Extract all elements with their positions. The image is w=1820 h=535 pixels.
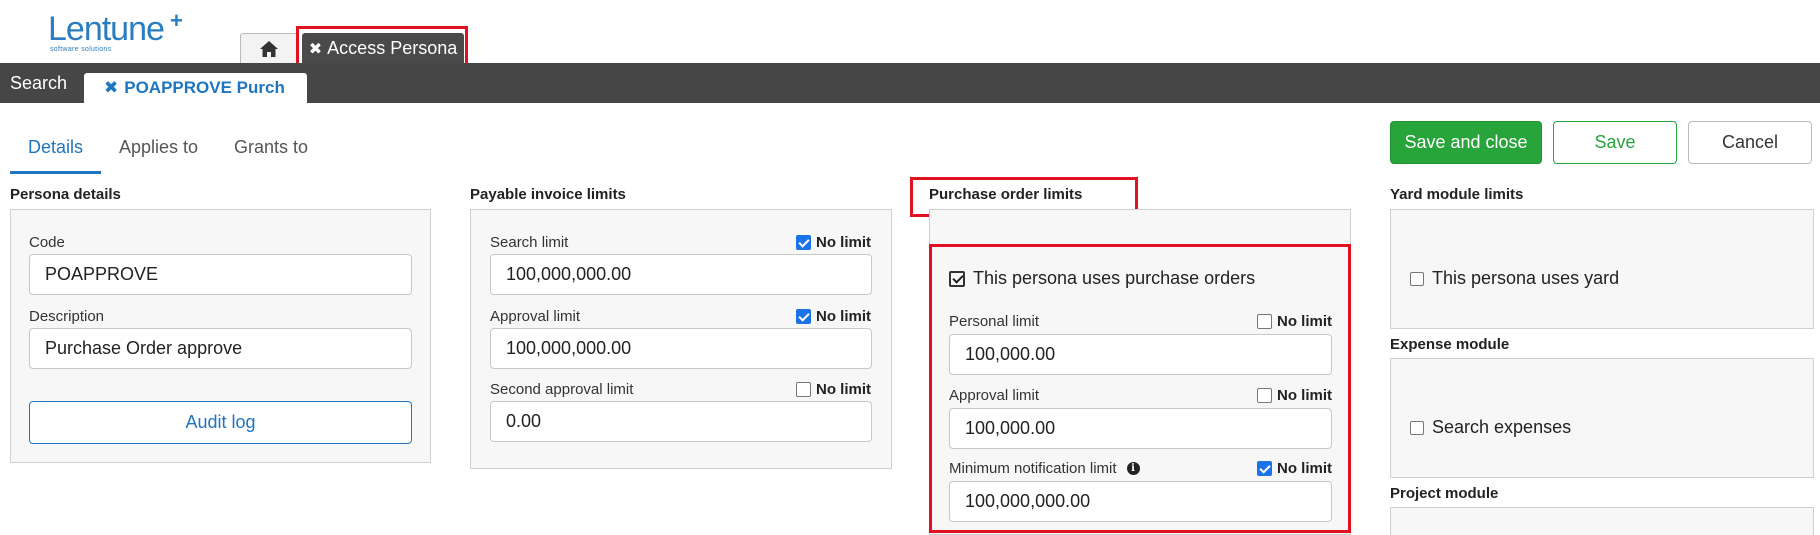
po-approval-limit-label: Approval limit (949, 387, 1040, 404)
po-approval-no-limit[interactable]: No limit (1257, 387, 1332, 404)
uses-purchase-orders-label: This persona uses purchase orders (973, 268, 1256, 288)
search-no-limit-checkbox[interactable] (796, 235, 811, 250)
approval-no-limit-checkbox[interactable] (796, 309, 811, 324)
search-tab[interactable]: Search (10, 63, 67, 103)
save-button[interactable]: Save (1553, 121, 1677, 164)
personal-limit-label: Personal limit (949, 313, 1040, 330)
project-module-panel (1390, 507, 1814, 535)
check-icon[interactable] (949, 270, 965, 287)
no-limit-label: No limit (816, 308, 871, 325)
description-label: Description (29, 308, 105, 325)
search-no-limit[interactable]: No limit (796, 234, 871, 251)
no-limit-label: No limit (816, 381, 871, 398)
personal-limit-field[interactable]: 100,000.00 (949, 334, 1332, 375)
search-limit-field[interactable]: 100,000,000.00 (490, 254, 872, 295)
code-field[interactable]: POAPPROVE (29, 254, 412, 295)
second-no-limit[interactable]: No limit (796, 381, 871, 398)
lentune-logo: Lentune + software solutions (48, 8, 183, 53)
logo-plus: + (170, 8, 183, 33)
info-icon[interactable]: i (1126, 462, 1140, 475)
min-notification-label-row: Minimum notification limit i (949, 460, 1140, 477)
cancel-button[interactable]: Cancel (1688, 121, 1812, 164)
logo-text: Lentune (48, 10, 165, 48)
home-icon (260, 40, 278, 57)
close-icon[interactable]: ✖ (309, 39, 322, 59)
save-and-close-button[interactable]: Save and close (1390, 121, 1542, 164)
uses-yard-checkbox[interactable] (1410, 271, 1424, 286)
record-tab[interactable]: ✖ POAPPROVE Purch (84, 73, 307, 103)
record-tab-label: POAPPROVE Purch (124, 78, 285, 97)
payable-invoice-title: Payable invoice limits (470, 186, 626, 203)
tab-access-persona[interactable]: ✖ Access Persona (302, 33, 464, 63)
tab-grants-to[interactable]: Grants to (234, 128, 308, 174)
home-tab[interactable] (240, 33, 298, 63)
min-notification-no-limit-checkbox[interactable] (1257, 461, 1272, 476)
second-no-limit-checkbox[interactable] (796, 382, 811, 397)
tab-access-persona-label: Access Persona (327, 38, 458, 58)
search-expenses-label: Search expenses (1432, 417, 1572, 437)
po-approval-no-limit-checkbox[interactable] (1257, 388, 1272, 403)
close-icon[interactable]: ✖ (104, 78, 118, 98)
no-limit-label: No limit (1277, 387, 1332, 404)
uses-yard[interactable]: This persona uses yard (1410, 268, 1619, 289)
yard-module-title: Yard module limits (1390, 186, 1524, 203)
min-notification-label: Minimum notification limit (949, 460, 1117, 477)
po-approval-limit-field[interactable]: 100,000.00 (949, 408, 1332, 449)
second-approval-label: Second approval limit (490, 381, 634, 398)
code-label: Code (29, 234, 65, 251)
search-limit-label: Search limit (490, 234, 569, 251)
min-notification-field[interactable]: 100,000,000.00 (949, 481, 1332, 522)
tab-details[interactable]: Details (10, 128, 101, 174)
purchase-order-title: Purchase order limits (929, 186, 1083, 203)
expense-module-title: Expense module (1390, 336, 1510, 353)
persona-details-title: Persona details (10, 186, 121, 203)
approval-limit-field[interactable]: 100,000,000.00 (490, 328, 872, 369)
personal-no-limit[interactable]: No limit (1257, 313, 1332, 330)
search-expenses[interactable]: Search expenses (1410, 417, 1571, 438)
approval-no-limit[interactable]: No limit (796, 308, 871, 325)
toolbar: Search ✖ POAPPROVE Purch (0, 63, 1820, 103)
no-limit-label: No limit (816, 234, 871, 251)
approval-limit-label: Approval limit (490, 308, 581, 325)
project-module-title: Project module (1390, 485, 1499, 502)
no-limit-label: No limit (1277, 460, 1332, 477)
uses-purchase-orders[interactable]: This persona uses purchase orders (949, 268, 1255, 289)
no-limit-label: No limit (1277, 313, 1332, 330)
personal-no-limit-checkbox[interactable] (1257, 314, 1272, 329)
page: Lentune + software solutions ✖ Access Pe… (0, 0, 1820, 535)
min-notification-no-limit[interactable]: No limit (1257, 460, 1332, 477)
search-expenses-checkbox[interactable] (1410, 420, 1424, 435)
description-field[interactable]: Purchase Order approve (29, 328, 412, 369)
audit-log-button[interactable]: Audit log (29, 401, 412, 444)
tab-applies-to[interactable]: Applies to (119, 128, 198, 174)
second-approval-field[interactable]: 0.00 (490, 401, 872, 442)
uses-yard-label: This persona uses yard (1432, 268, 1620, 288)
